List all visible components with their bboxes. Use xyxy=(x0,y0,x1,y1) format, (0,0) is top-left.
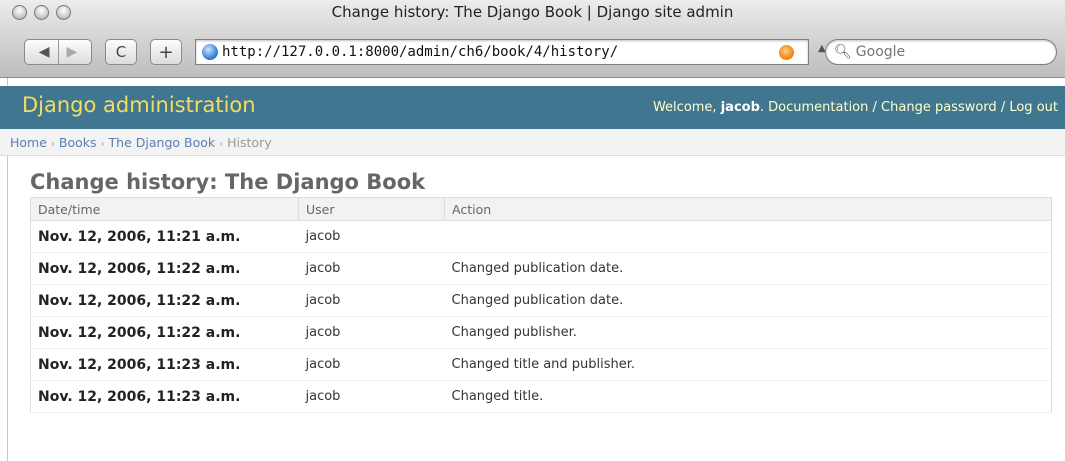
row-date: Nov. 12, 2006, 11:23 a.m. xyxy=(30,380,299,413)
breadcrumb-home[interactable]: Home xyxy=(10,135,47,150)
welcome-text: Welcome, xyxy=(652,100,717,115)
row-action: Changed publication date. xyxy=(444,252,1052,285)
row-action xyxy=(444,220,1052,253)
snapback-icon[interactable] xyxy=(779,45,794,60)
breadcrumb-current: History xyxy=(227,135,272,150)
history-table: Date/time User Action Nov. 12, 2006, 11:… xyxy=(30,197,1052,413)
page-title: Change history: The Django Book xyxy=(30,170,426,194)
row-date: Nov. 12, 2006, 11:21 a.m. xyxy=(30,220,299,253)
user-tools: Welcome, jacob. Documentation / Change p… xyxy=(652,100,1058,115)
row-user: jacob xyxy=(298,220,445,253)
site-branding: Django administration xyxy=(22,93,256,117)
address-bar[interactable]: http://127.0.0.1:8000/admin/ch6/book/4/h… xyxy=(195,39,809,65)
table-row: Nov. 12, 2006, 11:21 a.m. jacob xyxy=(30,220,1052,253)
main-content: Change history: The Django Book Date/tim… xyxy=(30,170,1052,413)
row-action: Changed title. xyxy=(444,380,1052,413)
window-title: Change history: The Django Book | Django… xyxy=(331,3,734,21)
row-user: jacob xyxy=(298,316,445,349)
column-header-date: Date/time xyxy=(30,197,299,221)
row-date: Nov. 12, 2006, 11:22 a.m. xyxy=(30,252,299,285)
browser-toolbar: ◀ ▶ C + http://127.0.0.1:8000/admin/ch6/… xyxy=(0,39,1065,69)
title-bar: Change history: The Django Book | Django… xyxy=(0,0,1065,78)
row-user: jacob xyxy=(298,284,445,317)
table-row: Nov. 12, 2006, 11:23 a.m. jacob Changed … xyxy=(30,348,1052,381)
divider xyxy=(57,40,59,64)
row-user: jacob xyxy=(298,380,445,413)
table-row: Nov. 12, 2006, 11:22 a.m. jacob Changed … xyxy=(30,316,1052,349)
forward-arrow-icon[interactable]: ▶ xyxy=(67,44,78,60)
search-input[interactable] xyxy=(855,44,1036,60)
logout-link[interactable]: Log out xyxy=(1009,100,1058,115)
search-icon[interactable]: 🔍︎ xyxy=(834,44,852,60)
table-row: Nov. 12, 2006, 11:22 a.m. jacob Changed … xyxy=(30,252,1052,285)
back-arrow-icon[interactable]: ◀ xyxy=(39,44,50,60)
breadcrumb-book[interactable]: The Django Book xyxy=(109,135,216,150)
table-header-row: Date/time User Action xyxy=(30,197,1052,221)
row-user: jacob xyxy=(298,348,445,381)
plus-icon: + xyxy=(158,41,174,63)
column-header-action: Action xyxy=(444,197,1052,221)
username: jacob xyxy=(720,100,760,115)
breadcrumb: Home › Books › The Django Book › History xyxy=(0,129,1065,156)
row-action: Changed publisher. xyxy=(444,316,1052,349)
back-forward-buttons: ◀ ▶ xyxy=(24,39,92,65)
search-bar[interactable]: 🔍︎ xyxy=(825,39,1057,65)
table-row: Nov. 12, 2006, 11:22 a.m. jacob Changed … xyxy=(30,284,1052,317)
column-header-user: User xyxy=(298,197,445,221)
breadcrumb-books[interactable]: Books xyxy=(59,135,97,150)
add-bookmark-button[interactable]: + xyxy=(150,39,182,65)
reload-button[interactable]: C xyxy=(105,39,137,65)
reload-icon: C xyxy=(115,43,127,61)
row-action: Changed publication date. xyxy=(444,284,1052,317)
url-text: http://127.0.0.1:8000/admin/ch6/book/4/h… xyxy=(222,44,619,60)
row-date: Nov. 12, 2006, 11:23 a.m. xyxy=(30,348,299,381)
row-date: Nov. 12, 2006, 11:22 a.m. xyxy=(30,316,299,349)
row-action: Changed title and publisher. xyxy=(444,348,1052,381)
change-password-link[interactable]: Change password xyxy=(881,100,997,115)
documentation-link[interactable]: Documentation xyxy=(768,100,868,115)
browser-window: Change history: The Django Book | Django… xyxy=(0,0,1065,461)
admin-header: Django administration Welcome, jacob. Do… xyxy=(0,86,1065,129)
globe-icon xyxy=(202,44,218,60)
table-row: Nov. 12, 2006, 11:23 a.m. jacob Changed … xyxy=(30,380,1052,413)
row-date: Nov. 12, 2006, 11:22 a.m. xyxy=(30,284,299,317)
row-user: jacob xyxy=(298,252,445,285)
